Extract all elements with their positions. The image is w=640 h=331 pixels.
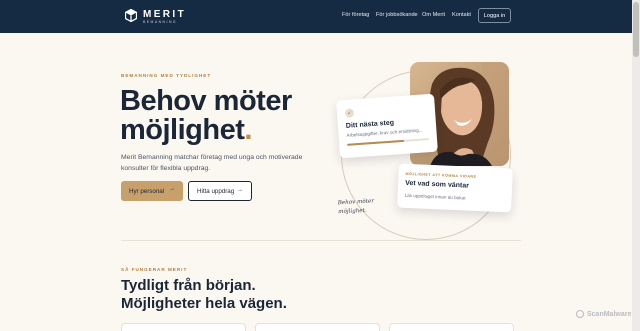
top-navigation: MERIT BEMANNING För företag För jobbsöka… xyxy=(0,0,632,33)
nav-link-for-jobseekers[interactable]: För jobbsökande xyxy=(376,12,418,18)
scrollbar[interactable] xyxy=(632,0,640,331)
next-step-subtitle: Arbetsuppgifter, krav och ersättning... xyxy=(346,127,423,138)
check-icon: ✓ xyxy=(344,108,355,118)
next-step-card: ✓ Ditt nästa steg Arbetsuppgifter, krav … xyxy=(336,93,438,159)
arrow-right-icon: → xyxy=(169,186,175,192)
next-step-progress xyxy=(347,138,430,146)
what-awaits-eyebrow: MÖJLIGHET ATT KOMMA VIDARE xyxy=(405,171,477,179)
section-title-line2: Möjligheter hela vägen. xyxy=(121,295,287,312)
hire-staff-label: Hyr personal xyxy=(129,187,165,195)
find-assignment-label: Hitta uppdrag xyxy=(197,187,235,195)
nav-link-for-companies[interactable]: För företag xyxy=(342,12,369,18)
arrow-right-icon: → xyxy=(237,187,243,193)
watermark-text: ScanMalware xyxy=(587,310,632,318)
brand-name: MERIT xyxy=(143,9,187,20)
section-eyebrow: SÅ FUNGERAR MERIT xyxy=(121,267,188,272)
what-awaits-title: Vet vad som väntar xyxy=(405,179,470,190)
hire-staff-button[interactable]: Hyr personal → xyxy=(121,181,183,201)
step-card-3 xyxy=(389,323,514,331)
brand-subtitle: BEMANNING xyxy=(143,20,178,24)
step-card-2 xyxy=(255,323,380,331)
scanmalware-watermark: ScanMalware xyxy=(576,310,631,318)
scrollbar-thumb[interactable] xyxy=(633,2,639,57)
scanmalware-logo-icon xyxy=(576,310,584,318)
hero-title-dot: . xyxy=(244,114,252,146)
handwritten-tagline: Behov möter möjlighet. xyxy=(337,198,375,216)
what-awaits-card: MÖJLIGHET ATT KOMMA VIDARE Vet vad som v… xyxy=(397,163,513,213)
section-title-line1: Tydligt från början. xyxy=(121,277,256,294)
login-button[interactable]: Logga in xyxy=(478,8,511,23)
find-assignment-button[interactable]: Hitta uppdrag → xyxy=(188,181,252,201)
merit-logo-icon xyxy=(125,9,137,22)
nav-link-contact[interactable]: Kontakt xyxy=(452,12,471,18)
hero-description: Merit Bemanning matchar företag med unga… xyxy=(121,154,303,172)
section-divider xyxy=(121,240,521,241)
merit-logo[interactable]: MERIT BEMANNING xyxy=(125,9,186,25)
nav-link-about[interactable]: Om Merit xyxy=(422,12,445,18)
progress-fill xyxy=(347,139,405,146)
what-awaits-subtitle: Läs uppdraget innan du bokar. xyxy=(404,192,467,201)
section-title: Tydligt från början. Möjligheter hela vä… xyxy=(121,277,287,313)
hero-title: Behov möter möjlighet. xyxy=(120,87,292,145)
step-card-1 xyxy=(121,323,246,331)
next-step-title: Ditt nästa steg xyxy=(345,119,395,130)
hero-eyebrow: BEMANNING MED TYDLIGHET xyxy=(121,73,212,78)
hero-title-line2: möjlighet xyxy=(120,114,245,146)
hero-title-line1: Behov möter xyxy=(120,85,292,117)
